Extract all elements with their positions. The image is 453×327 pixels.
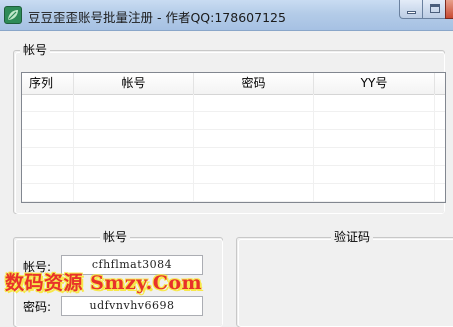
maximize-button[interactable] [422,0,446,19]
list-row[interactable] [22,148,445,166]
list-row[interactable] [22,130,445,148]
minimize-button[interactable] [399,0,423,19]
list-row[interactable] [22,166,445,184]
list-row[interactable] [22,94,445,112]
column-header-account[interactable]: 帐号 [74,73,194,94]
window-title: 豆豆歪歪账号批量注册 - 作者QQ:178607125 [28,10,286,25]
password-label: 密码: [23,300,52,314]
minimize-icon [407,11,416,14]
captcha-group: 验证码 [236,229,453,327]
captcha-group-title: 验证码 [331,229,374,245]
list-row[interactable] [22,184,445,202]
account-form-group-title: 帐号 [100,229,131,245]
watermark-logo: 数码资源 Smzy.Com [5,272,203,294]
list-row[interactable] [22,112,445,130]
app-leaf-icon [4,6,22,24]
account-list[interactable]: 序列 帐号 密码 YY号 [21,72,446,203]
maximize-icon [430,4,440,13]
title-bar[interactable]: 豆豆歪歪账号批量注册 - 作者QQ:178607125 [0,0,453,31]
close-button[interactable] [445,0,453,19]
password-field[interactable]: udfvnvhv6698 [61,296,203,316]
column-header-password[interactable]: 密码 [194,73,314,94]
column-header-yy[interactable]: YY号 [314,73,435,94]
list-header: 序列 帐号 密码 YY号 [22,73,445,95]
account-list-group-title: 帐号 [20,42,51,58]
column-header-index[interactable]: 序列 [22,73,74,94]
